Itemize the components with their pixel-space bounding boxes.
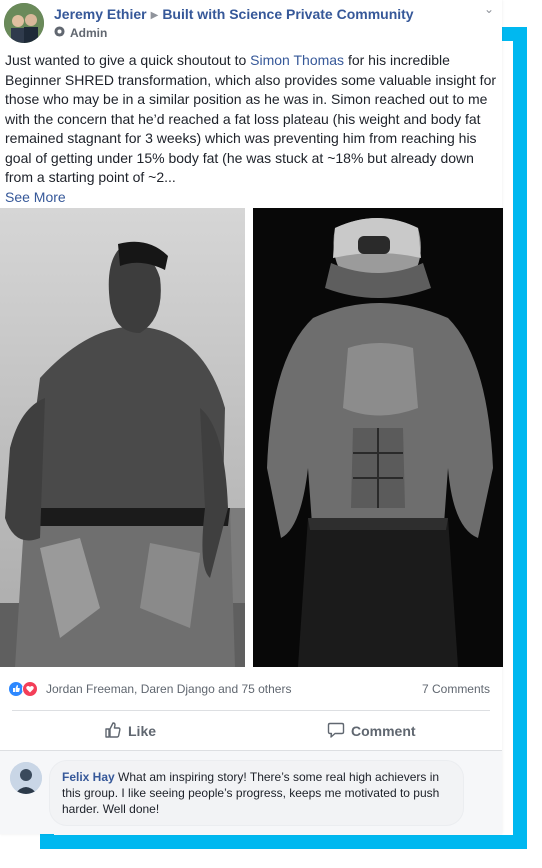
- comment-section: Felix Hay What am inspiring story! There…: [0, 751, 502, 834]
- mention-link[interactable]: Simon Thomas: [250, 52, 344, 68]
- comment-text: What am inspiring story! There’s some re…: [62, 770, 440, 816]
- after-photo[interactable]: [253, 208, 503, 667]
- commenter-avatar[interactable]: [10, 762, 42, 794]
- comment-bubble: Felix Hay What am inspiring story! There…: [49, 760, 464, 826]
- post-header: Jeremy Ethier ▶ Built with Science Private…: [0, 0, 502, 44]
- group-arrow-icon: ▶: [150, 10, 159, 21]
- thumbs-up-icon: [104, 721, 128, 742]
- like-button[interactable]: Like: [104, 718, 156, 744]
- post-text-rest: for his incredible Beginner SHRED transf…: [5, 52, 497, 185]
- author-role: Admin: [54, 26, 107, 40]
- reaction-names[interactable]: Jordan Freeman, Daren Django and 75 othe…: [46, 682, 291, 696]
- author-avatar[interactable]: [4, 3, 44, 43]
- before-photo[interactable]: [0, 208, 245, 667]
- post-body: Just wanted to give a quick shoutout to …: [5, 51, 497, 188]
- speech-bubble-icon: [327, 721, 351, 742]
- role-label: Admin: [70, 26, 108, 40]
- group-name-link[interactable]: Built with Science Private Community: [162, 6, 413, 22]
- like-reaction-icon: [8, 681, 24, 697]
- commenter-name-link[interactable]: Felix Hay: [62, 770, 115, 784]
- admin-shield-icon: [54, 26, 65, 40]
- post-text-start: Just wanted to give a quick shoutout to: [5, 52, 251, 68]
- reactions-summary[interactable]: Jordan Freeman, Daren Django and 75 othe…: [0, 676, 502, 700]
- comment-button[interactable]: Comment: [327, 718, 416, 744]
- like-label: Like: [128, 723, 157, 739]
- post-card: Jeremy Ethier ▶ Built with Science Private…: [0, 0, 503, 834]
- reaction-icons: [8, 681, 42, 697]
- love-reaction-icon: [22, 681, 38, 697]
- author-name-link[interactable]: Jeremy Ethier: [54, 6, 147, 22]
- divider: [12, 710, 490, 711]
- author-group-line: Jeremy Ethier ▶ Built with Science Private…: [54, 6, 414, 22]
- see-more-link[interactable]: See More: [5, 189, 66, 205]
- comment-label: Comment: [351, 723, 416, 739]
- post-options-chevron-icon[interactable]: ⌄: [484, 2, 494, 16]
- comments-count[interactable]: 7 Comments: [422, 682, 490, 696]
